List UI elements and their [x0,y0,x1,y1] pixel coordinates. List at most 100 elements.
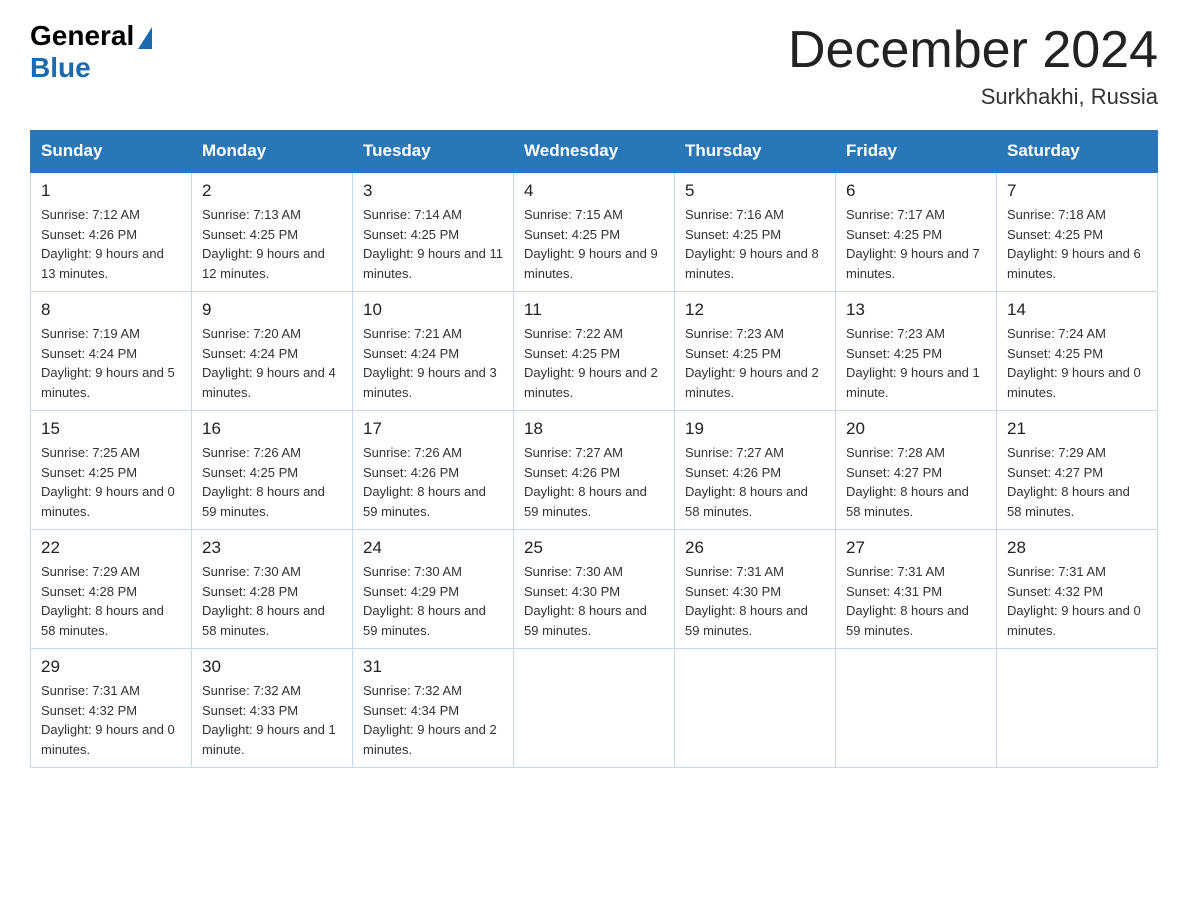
day-info: Sunrise: 7:12 AMSunset: 4:26 PMDaylight:… [41,205,181,283]
calendar-week-row: 15 Sunrise: 7:25 AMSunset: 4:25 PMDayligh… [31,411,1158,530]
title-section: December 2024 Surkhakhi, Russia [788,20,1158,110]
day-info: Sunrise: 7:15 AMSunset: 4:25 PMDaylight:… [524,205,664,283]
day-number: 10 [363,300,503,320]
calendar-week-row: 1 Sunrise: 7:12 AMSunset: 4:26 PMDaylight… [31,172,1158,292]
day-info: Sunrise: 7:13 AMSunset: 4:25 PMDaylight:… [202,205,342,283]
calendar-cell: 21Sunrise: 7:29 AMSunset: 4:27 PMDayligh… [997,411,1158,530]
day-info: Sunrise: 7:31 AMSunset: 4:32 PMDaylight:… [1007,562,1147,640]
day-info: Sunrise: 7:18 AMSunset: 4:25 PMDaylight:… [1007,205,1147,283]
calendar-cell [675,649,836,768]
calendar-cell: 9 Sunrise: 7:20 AMSunset: 4:24 PMDaylight… [192,292,353,411]
calendar-cell: 23 Sunrise: 7:30 AMSunset: 4:28 PMDayligh… [192,530,353,649]
day-number: 2 [202,181,342,201]
day-info: Sunrise: 7:25 AMSunset: 4:25 PMDaylight:… [41,443,181,521]
day-info: Sunrise: 7:32 AMSunset: 4:33 PMDaylight:… [202,681,342,759]
calendar-cell: 12Sunrise: 7:23 AMSunset: 4:25 PMDayligh… [675,292,836,411]
day-info: Sunrise: 7:23 AMSunset: 4:25 PMDaylight:… [685,324,825,402]
calendar-day-header: Thursday [675,131,836,173]
day-info: Sunrise: 7:30 AMSunset: 4:29 PMDaylight:… [363,562,503,640]
calendar-cell [836,649,997,768]
calendar-day-header: Friday [836,131,997,173]
calendar-cell: 17Sunrise: 7:26 AMSunset: 4:26 PMDayligh… [353,411,514,530]
day-number: 26 [685,538,825,558]
calendar-cell: 6 Sunrise: 7:17 AMSunset: 4:25 PMDaylight… [836,172,997,292]
calendar-cell: 15 Sunrise: 7:25 AMSunset: 4:25 PMDayligh… [31,411,192,530]
calendar-header-row: SundayMondayTuesdayWednesdayThursdayFrid… [31,131,1158,173]
day-info: Sunrise: 7:32 AMSunset: 4:34 PMDaylight:… [363,681,503,759]
day-number: 21 [1007,419,1147,439]
day-info: Sunrise: 7:28 AMSunset: 4:27 PMDaylight:… [846,443,986,521]
day-info: Sunrise: 7:24 AMSunset: 4:25 PMDaylight:… [1007,324,1147,402]
calendar-table: SundayMondayTuesdayWednesdayThursdayFrid… [30,130,1158,768]
calendar-cell [997,649,1158,768]
day-number: 25 [524,538,664,558]
day-number: 7 [1007,181,1147,201]
calendar-cell: 29Sunrise: 7:31 AMSunset: 4:32 PMDayligh… [31,649,192,768]
calendar-cell: 5 Sunrise: 7:16 AMSunset: 4:25 PMDaylight… [675,172,836,292]
day-number: 22 [41,538,181,558]
calendar-cell: 4 Sunrise: 7:15 AMSunset: 4:25 PMDaylight… [514,172,675,292]
day-number: 3 [363,181,503,201]
day-number: 1 [41,181,181,201]
calendar-cell: 26 Sunrise: 7:31 AMSunset: 4:30 PMDayligh… [675,530,836,649]
month-title: December 2024 [788,20,1158,80]
day-info: Sunrise: 7:26 AMSunset: 4:25 PMDaylight:… [202,443,342,521]
calendar-cell: 11 Sunrise: 7:22 AMSunset: 4:25 PMDayligh… [514,292,675,411]
day-info: Sunrise: 7:29 AMSunset: 4:28 PMDaylight:… [41,562,181,640]
day-info: Sunrise: 7:31 AMSunset: 4:30 PMDaylight:… [685,562,825,640]
calendar-day-header: Saturday [997,131,1158,173]
day-number: 18 [524,419,664,439]
calendar-cell: 16 Sunrise: 7:26 AMSunset: 4:25 PMDayligh… [192,411,353,530]
day-number: 4 [524,181,664,201]
day-number: 6 [846,181,986,201]
calendar-cell: 31 Sunrise: 7:32 AMSunset: 4:34 PMDayligh… [353,649,514,768]
day-info: Sunrise: 7:31 AMSunset: 4:32 PMDaylight:… [41,681,181,759]
calendar-cell: 1 Sunrise: 7:12 AMSunset: 4:26 PMDaylight… [31,172,192,292]
day-number: 31 [363,657,503,677]
calendar-day-header: Wednesday [514,131,675,173]
day-info: Sunrise: 7:23 AMSunset: 4:25 PMDaylight:… [846,324,986,402]
day-info: Sunrise: 7:27 AMSunset: 4:26 PMDaylight:… [685,443,825,521]
calendar-cell: 19 Sunrise: 7:27 AMSunset: 4:26 PMDayligh… [675,411,836,530]
day-number: 15 [41,419,181,439]
calendar-cell: 14Sunrise: 7:24 AMSunset: 4:25 PMDayligh… [997,292,1158,411]
day-number: 28 [1007,538,1147,558]
logo: General Blue [30,20,152,84]
calendar-cell: 27Sunrise: 7:31 AMSunset: 4:31 PMDayligh… [836,530,997,649]
logo-general-text: General [30,20,134,52]
day-info: Sunrise: 7:26 AMSunset: 4:26 PMDaylight:… [363,443,503,521]
day-info: Sunrise: 7:20 AMSunset: 4:24 PMDaylight:… [202,324,342,402]
logo-general: General [30,20,152,52]
logo-triangle-icon [138,27,152,49]
calendar-day-header: Tuesday [353,131,514,173]
calendar-cell: 8Sunrise: 7:19 AMSunset: 4:24 PMDaylight… [31,292,192,411]
calendar-cell: 22 Sunrise: 7:29 AMSunset: 4:28 PMDayligh… [31,530,192,649]
calendar-week-row: 8Sunrise: 7:19 AMSunset: 4:24 PMDaylight… [31,292,1158,411]
day-number: 24 [363,538,503,558]
calendar-cell: 25 Sunrise: 7:30 AMSunset: 4:30 PMDayligh… [514,530,675,649]
calendar-day-header: Sunday [31,131,192,173]
day-number: 11 [524,300,664,320]
day-number: 5 [685,181,825,201]
day-info: Sunrise: 7:30 AMSunset: 4:28 PMDaylight:… [202,562,342,640]
day-info: Sunrise: 7:22 AMSunset: 4:25 PMDaylight:… [524,324,664,402]
calendar-cell: 3 Sunrise: 7:14 AMSunset: 4:25 PMDaylight… [353,172,514,292]
day-number: 9 [202,300,342,320]
day-number: 16 [202,419,342,439]
day-info: Sunrise: 7:14 AMSunset: 4:25 PMDaylight:… [363,205,503,283]
day-info: Sunrise: 7:16 AMSunset: 4:25 PMDaylight:… [685,205,825,283]
calendar-cell: 18Sunrise: 7:27 AMSunset: 4:26 PMDayligh… [514,411,675,530]
day-info: Sunrise: 7:17 AMSunset: 4:25 PMDaylight:… [846,205,986,283]
calendar-cell: 30 Sunrise: 7:32 AMSunset: 4:33 PMDayligh… [192,649,353,768]
calendar-cell: 13Sunrise: 7:23 AMSunset: 4:25 PMDayligh… [836,292,997,411]
calendar-cell: 2 Sunrise: 7:13 AMSunset: 4:25 PMDaylight… [192,172,353,292]
calendar-cell: 10 Sunrise: 7:21 AMSunset: 4:24 PMDayligh… [353,292,514,411]
day-number: 19 [685,419,825,439]
day-number: 30 [202,657,342,677]
calendar-day-header: Monday [192,131,353,173]
calendar-cell: 20Sunrise: 7:28 AMSunset: 4:27 PMDayligh… [836,411,997,530]
day-number: 23 [202,538,342,558]
calendar-cell: 7 Sunrise: 7:18 AMSunset: 4:25 PMDaylight… [997,172,1158,292]
day-info: Sunrise: 7:21 AMSunset: 4:24 PMDaylight:… [363,324,503,402]
day-info: Sunrise: 7:30 AMSunset: 4:30 PMDaylight:… [524,562,664,640]
